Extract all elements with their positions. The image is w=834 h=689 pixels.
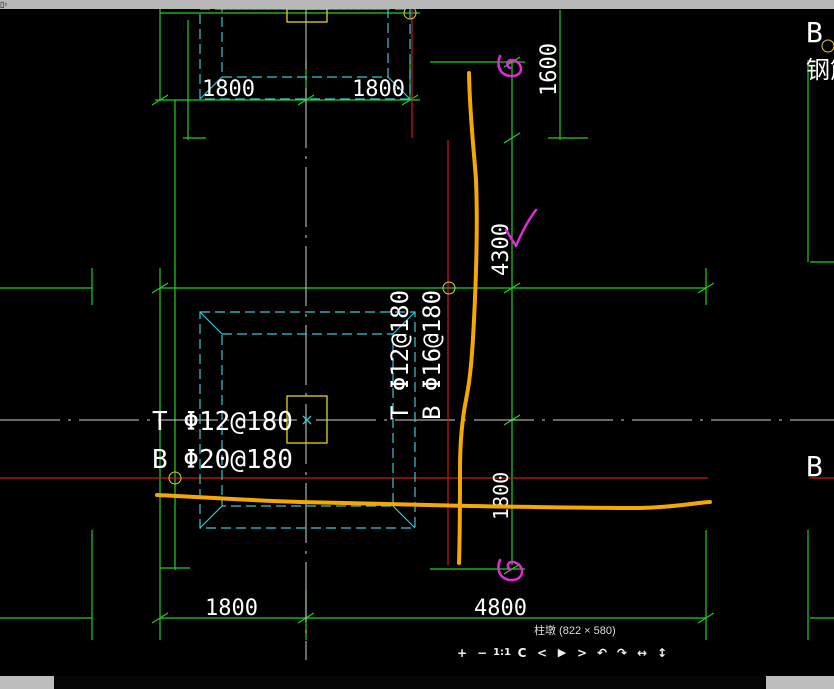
dim-top-left: 1800 bbox=[202, 77, 255, 102]
window-top-bar: ▯▫ bbox=[0, 0, 834, 9]
rebar-left-top: T Φ12@180 bbox=[152, 407, 293, 437]
column-boxes bbox=[286, 9, 328, 444]
rebar-center-top: T Φ12@180 bbox=[386, 290, 414, 420]
dim-right-top: 1600 bbox=[537, 43, 562, 96]
fit-height-button[interactable]: ↕ bbox=[652, 644, 672, 662]
viewer-toolbar: + − 1:1 C < ▶ > ↶ ↷ ↔ ↕ bbox=[452, 644, 672, 662]
edge-label-cjk: 钢筋 bbox=[806, 56, 834, 84]
dimension-texts: 1800 1800 1800 4800 1600 4300 1800 bbox=[202, 43, 562, 621]
rebar-center-annotation: T Φ12@180 B Φ16@180 bbox=[386, 290, 446, 420]
bottom-strip bbox=[54, 676, 766, 689]
dim-right-mid: 4300 bbox=[489, 223, 514, 276]
play-button[interactable]: ▶ bbox=[552, 644, 572, 662]
app-icon: ▯▫ bbox=[0, 0, 8, 9]
rebar-left-bottom: B Φ20@180 bbox=[152, 445, 293, 475]
zoom-out-button[interactable]: − bbox=[472, 644, 492, 662]
markup-circle-bottom bbox=[497, 558, 524, 582]
dimension-lines bbox=[0, 9, 834, 640]
bottom-right-panel bbox=[766, 676, 834, 689]
dim-bottom-right: 4800 bbox=[474, 596, 527, 621]
image-caption: 柱墩 (822 × 580) bbox=[534, 625, 616, 637]
refresh-button[interactable]: C bbox=[512, 644, 532, 662]
dim-right-low: 1800 bbox=[489, 472, 513, 520]
previous-button[interactable]: < bbox=[532, 644, 552, 662]
red-lines bbox=[0, 9, 834, 565]
edge-label-b1: B bbox=[806, 16, 823, 49]
dim-bottom-left: 1800 bbox=[205, 596, 258, 621]
zoom-in-button[interactable]: + bbox=[452, 644, 472, 662]
fit-width-button[interactable]: ↔ bbox=[632, 644, 652, 662]
image-viewer: ▯▫ 1800 1800 1800 4800 1600 4300 1800 T … bbox=[0, 0, 834, 689]
dim-top-right: 1800 bbox=[352, 77, 405, 102]
rotate-right-button[interactable]: ↷ bbox=[612, 644, 632, 662]
bottom-left-panel bbox=[0, 676, 54, 689]
right-edge-labels: B 钢筋 B bbox=[806, 16, 834, 483]
edge-label-b2: B bbox=[806, 450, 823, 483]
rebar-center-bottom: B Φ16@180 bbox=[418, 290, 446, 420]
actual-size-button[interactable]: 1:1 bbox=[492, 644, 512, 662]
cad-drawing-canvas[interactable]: 1800 1800 1800 4800 1600 4300 1800 T Φ12… bbox=[0, 9, 834, 676]
axis-lines bbox=[0, 9, 834, 660]
rotate-left-button[interactable]: ↶ bbox=[592, 644, 612, 662]
next-button[interactable]: > bbox=[572, 644, 592, 662]
